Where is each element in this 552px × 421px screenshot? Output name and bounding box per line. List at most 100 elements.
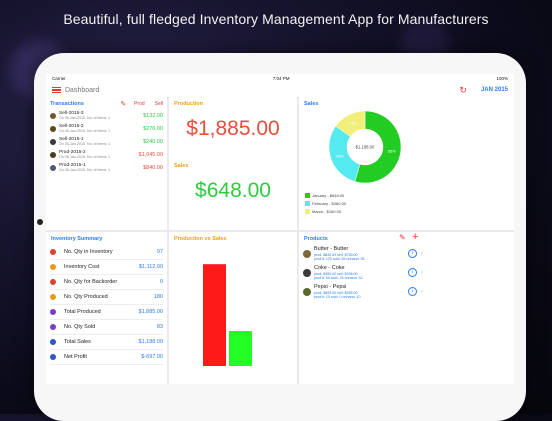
inventory-row: Inventory Cost $1,112.00: [50, 259, 163, 275]
inventory-row: No. Qty in Inventory 97: [50, 244, 163, 260]
legend-label: January - $648.00: [312, 192, 345, 198]
status-bar: Carrier 7:04 PM 100%: [46, 74, 514, 83]
transactions-title: Transactions: [50, 101, 84, 107]
chevron-right-icon[interactable]: ›: [421, 251, 423, 257]
inventory-label: Total Produced: [64, 308, 101, 315]
transaction-avatar: [50, 126, 56, 132]
product-thumbnail: [303, 287, 311, 296]
info-icon[interactable]: i: [408, 268, 417, 277]
product-thumbnail: [303, 268, 311, 277]
inventory-value: 97: [156, 248, 163, 255]
inventory-value: 0: [159, 278, 163, 285]
edit-icon[interactable]: ✎: [120, 100, 126, 108]
product-row[interactable]: Pepsi - Pepsi prod: $595.00 sell: $595.0…: [303, 282, 423, 301]
legend-swatch: [305, 192, 310, 198]
chevron-right-icon[interactable]: ›: [421, 270, 423, 276]
inventory-row-icon: [50, 278, 56, 285]
products-card: Products ✎ + Butter - Butter prod: $840.…: [299, 231, 514, 384]
product-quantities: prod'd: 50 sold: 18 onhand: 32: [314, 275, 363, 280]
page-title: Dashboard: [65, 86, 100, 94]
product-thumbnail: [303, 249, 311, 258]
chevron-right-icon[interactable]: ›: [421, 289, 423, 295]
inventory-label: Inventory Cost: [64, 263, 100, 270]
transaction-amount: $240.00: [143, 139, 163, 145]
headline: Beautiful, full fledged Inventory Manage…: [63, 11, 489, 27]
inventory-summary-card: Inventory Summary No. Qty in Inventory 9…: [46, 232, 167, 384]
transaction-row[interactable]: Sell-2015-1 On 06-Jan-2015. No. of items…: [50, 136, 163, 148]
inventory-summary-title: Inventory Summary: [51, 236, 103, 242]
legend-swatch: [305, 208, 310, 214]
product-text: Pepsi - Pepsi prod: $595.00 sell: $595.0…: [314, 284, 408, 299]
pie-slice-label: 30%: [335, 153, 343, 158]
inventory-value: 83: [156, 323, 163, 330]
month-selector[interactable]: JAN 2015: [481, 87, 508, 93]
transaction-detail: On 06-Jan-2015. No. of items: 1: [59, 141, 111, 146]
transaction-row[interactable]: Sell-2015-2 On 06-Jan-2015. No. of items…: [50, 123, 163, 135]
inventory-value: $1,112.00: [138, 263, 163, 270]
transactions-card: Transactions ✎ Prod Sell Sell-2015-3 On …: [46, 97, 167, 230]
transaction-avatar: [50, 139, 56, 145]
products-title: Products: [304, 236, 328, 242]
inventory-label: Net Profit: [64, 353, 87, 360]
inventory-label: Total Sales: [64, 338, 91, 345]
info-icon[interactable]: i: [408, 249, 417, 258]
transaction-avatar: [50, 113, 56, 119]
production-sales-card: Production $1,885.00 Sales $648.00: [169, 97, 297, 230]
product-quantities: prod'd: 10 sold: 0 onhand: 10: [314, 294, 361, 299]
prod-button[interactable]: Prod: [134, 101, 145, 107]
transaction-amount: $1,045.00: [138, 152, 163, 158]
transaction-text: Prod-2015-2 On 06-Jan-2015. No. of items…: [59, 150, 139, 159]
refresh-icon[interactable]: ↻: [459, 85, 467, 96]
inventory-row-icon: [50, 353, 56, 360]
production-vs-sales-card: Production vs Sales: [169, 232, 297, 384]
inventory-row-icon: [50, 308, 56, 315]
legend-item: February - $360.00: [305, 200, 346, 206]
transaction-row[interactable]: Prod-2015-1 On 06-Jan-2015. No. of items…: [50, 162, 163, 174]
inventory-label: No. Qty for Backorder: [64, 278, 118, 285]
pie-slice-label: 15%: [349, 121, 357, 126]
product-row[interactable]: Butter - Butter prod: $840.00 sell: $780…: [303, 244, 423, 263]
pie-slice-1: [328, 125, 361, 182]
inventory-row: No. Qty for Backorder 0: [50, 274, 163, 290]
inventory-row: Net Profit $-697.00: [50, 349, 163, 365]
inventory-row-icon: [50, 323, 56, 330]
legend-label: March - $180.00: [312, 208, 342, 214]
transaction-detail: On 06-Jan-2015. No. of items: 1: [59, 128, 111, 133]
product-row[interactable]: Coke - Coke prod: $450.00 sell: $396.00 …: [303, 263, 423, 282]
info-icon[interactable]: i: [408, 287, 417, 296]
sell-button[interactable]: Sell: [155, 101, 163, 107]
inventory-row-icon: [50, 248, 56, 255]
transaction-text: Sell-2015-1 On 06-Jan-2015. No. of items…: [59, 137, 143, 146]
product-text: Coke - Coke prod: $450.00 sell: $396.00 …: [314, 265, 408, 280]
transaction-avatar: [50, 152, 56, 158]
transaction-amount: $276.00: [143, 126, 163, 132]
inventory-row-icon: [50, 338, 56, 345]
inventory-label: No. Qty Produced: [64, 293, 108, 300]
clock: 7:04 PM: [272, 76, 290, 81]
transaction-detail: On 06-Jan-2015. No. of items: 1: [59, 115, 111, 120]
sales-chart-card: Sales 55% 30% 15% $1,188.00 January - $648.…: [299, 97, 514, 230]
inventory-row: No. Qty Sold 83: [50, 319, 163, 335]
legend-item: January - $648.00: [305, 192, 344, 198]
inventory-label: No. Qty Sold: [64, 323, 96, 330]
battery-label: 100%: [496, 76, 508, 81]
transaction-text: Sell-2015-3 On 06-Jan-2015. No. of items…: [59, 111, 143, 120]
products-list: Butter - Butter prod: $840.00 sell: $780…: [299, 244, 427, 314]
add-product-icon[interactable]: +: [412, 231, 418, 243]
inventory-value: $1,188.00: [138, 338, 163, 345]
transaction-row[interactable]: Sell-2015-3 On 06-Jan-2015. No. of items…: [50, 110, 163, 122]
edit-products-icon[interactable]: ✎: [399, 233, 406, 242]
inventory-row-icon: [50, 263, 56, 270]
inventory-value: $1,885.00: [138, 308, 163, 315]
transaction-avatar: [50, 165, 56, 171]
sales-value: $648.00: [195, 179, 271, 202]
inventory-value: $-697.00: [141, 353, 163, 360]
pie-center-label: $1,188.00: [356, 145, 375, 150]
sales-chart-title: Sales: [304, 101, 319, 107]
product-text: Butter - Butter prod: $840.00 sell: $780…: [314, 246, 408, 261]
bar-production: [203, 264, 226, 366]
bar-chart-title: Production vs Sales: [174, 236, 227, 242]
inventory-row: Total Produced $1,885.00: [50, 304, 163, 320]
menu-icon[interactable]: [52, 86, 61, 94]
transaction-row[interactable]: Prod-2015-2 On 06-Jan-2015. No. of items…: [50, 149, 163, 161]
